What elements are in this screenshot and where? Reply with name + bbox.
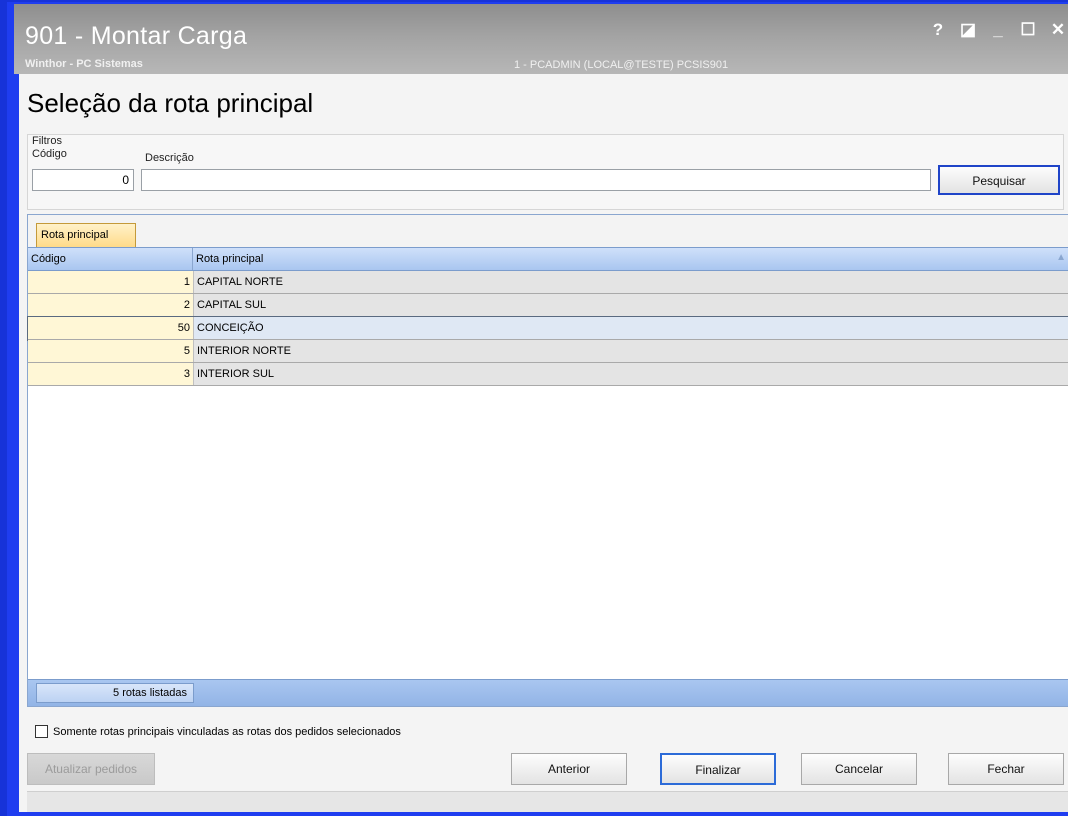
window-title: 901 - Montar Carga — [25, 22, 248, 50]
minimize-icon[interactable]: _ — [989, 20, 1007, 40]
checkbox[interactable] — [35, 725, 48, 738]
codigo-label: Código — [32, 148, 67, 160]
row-code: 5 — [28, 340, 193, 362]
update-orders-button[interactable]: Atualizar pedidos — [27, 753, 155, 785]
table-row[interactable]: 2 CAPITAL SUL — [28, 294, 1068, 317]
finish-button[interactable]: Finalizar — [660, 753, 776, 785]
filters-group: Filtros Código Descrição Pesquisar — [27, 134, 1064, 210]
row-name: CAPITAL NORTE — [193, 271, 1068, 293]
row-name: CAPITAL SUL — [193, 294, 1068, 316]
table-row[interactable]: 1 CAPITAL NORTE — [28, 271, 1068, 294]
row-name: CONCEIÇÃO — [193, 317, 1068, 339]
status-bar — [27, 791, 1068, 812]
table-row[interactable]: 3 INTERIOR SUL — [28, 363, 1068, 386]
table-row[interactable]: 5 INTERIOR NORTE — [28, 340, 1068, 363]
row-code: 1 — [28, 271, 193, 293]
checkbox-label: Somente rotas principais vinculadas as r… — [53, 725, 401, 738]
tab-rota-principal[interactable]: Rota principal — [36, 223, 136, 247]
app-name: Winthor - PC Sistemas — [25, 58, 143, 70]
column-header-rota-principal[interactable]: Rota principal — [193, 248, 1043, 270]
sort-ascending-icon[interactable]: ▲ — [1056, 252, 1066, 263]
column-header-codigo[interactable]: Código — [28, 248, 193, 270]
app-window: 901 - Montar Carga Winthor - PC Sistemas… — [0, 0, 1068, 816]
row-code: 50 — [28, 317, 193, 339]
filter-checkbox-line[interactable]: Somente rotas principais vinculadas as r… — [35, 725, 401, 738]
grid-header: Código Rota principal ▲ — [28, 248, 1068, 271]
descricao-input[interactable] — [141, 169, 931, 191]
previous-button[interactable]: Anterior — [511, 753, 627, 785]
title-bar[interactable]: 901 - Montar Carga Winthor - PC Sistemas… — [14, 4, 1068, 74]
routes-grid: Rota principal Código Rota principal ▲ 1… — [27, 214, 1068, 707]
button-bar: Atualizar pedidos Anterior Finalizar Can… — [27, 746, 1068, 790]
descricao-label: Descrição — [145, 152, 194, 164]
codigo-input[interactable] — [32, 169, 134, 191]
close-button[interactable]: Fechar — [948, 753, 1064, 785]
table-row-selected[interactable]: 50 CONCEIÇÃO — [27, 316, 1068, 341]
tab-strip: Rota principal — [28, 215, 1068, 248]
grid-footer: 5 rotas listadas — [28, 679, 1068, 706]
row-code: 3 — [28, 363, 193, 385]
row-code: 2 — [28, 294, 193, 316]
record-count: 5 rotas listadas — [36, 683, 194, 703]
edit-icon[interactable]: ◪ — [959, 20, 977, 40]
user-info: 1 - PCADMIN (LOCAL@TESTE) PCSIS901 — [514, 59, 729, 71]
page-title: Seleção da rota principal — [27, 88, 314, 118]
grid-rows: 1 CAPITAL NORTE 2 CAPITAL SUL 50 CONCEIÇ… — [27, 271, 1068, 386]
cancel-button[interactable]: Cancelar — [801, 753, 917, 785]
filters-label: Filtros — [32, 135, 62, 147]
row-name: INTERIOR NORTE — [193, 340, 1068, 362]
help-icon[interactable]: ? — [929, 20, 947, 40]
row-name: INTERIOR SUL — [193, 363, 1068, 385]
client-area: Seleção da rota principal Filtros Código… — [19, 74, 1068, 812]
search-button[interactable]: Pesquisar — [938, 165, 1060, 195]
maximize-icon[interactable]: ☐ — [1019, 20, 1037, 40]
close-icon[interactable]: ✕ — [1049, 20, 1067, 40]
